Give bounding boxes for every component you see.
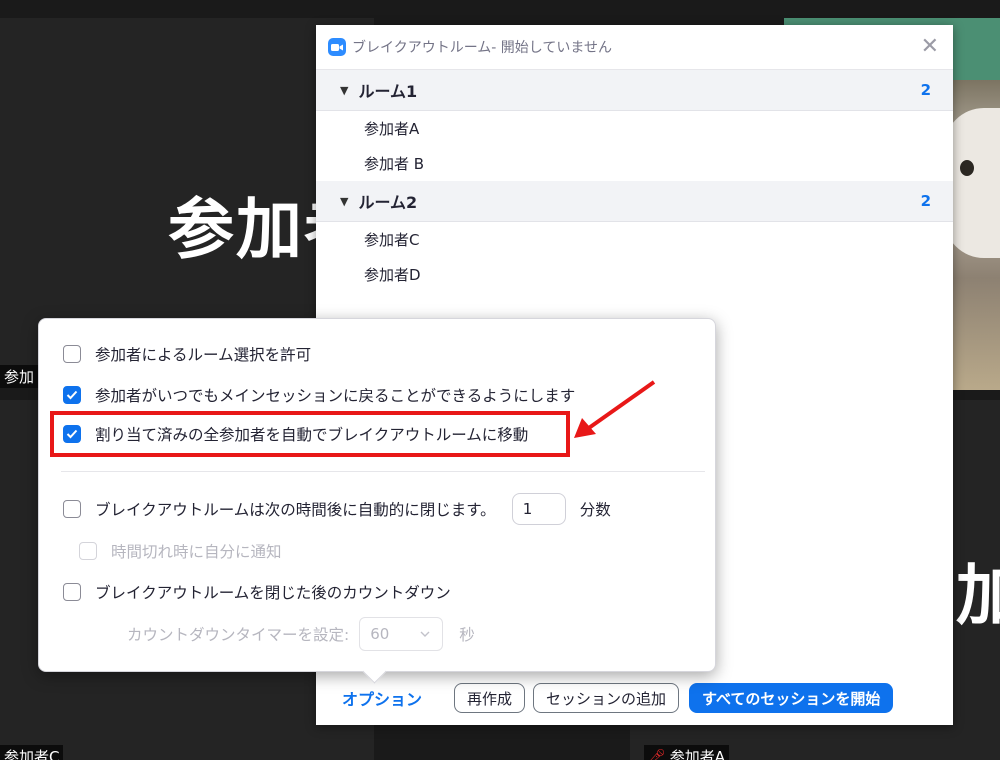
room-participant-count: 2 (920, 192, 931, 210)
options-link[interactable]: オプション (342, 686, 452, 710)
tile-name-label: 🎤︎ 参加者A (644, 745, 730, 760)
caret-down-icon[interactable]: ▼ (340, 84, 348, 97)
minutes-input[interactable]: 1 (511, 493, 566, 525)
close-icon[interactable]: ✕ (921, 34, 939, 59)
red-highlight-box (50, 411, 570, 457)
cat-eye (960, 160, 974, 176)
red-arrow-icon (574, 380, 656, 438)
dialog-footer: オプション 再作成 セッションの追加 すべてのセッションを開始 (316, 681, 953, 715)
start-all-sessions-button[interactable]: すべてのセッションを開始 (689, 683, 894, 713)
checkbox-disabled (79, 542, 97, 560)
option-label: 時間切れ時に自分に通知 (111, 543, 282, 561)
option-notify-timeout: 時間切れ時に自分に通知 (79, 540, 282, 562)
checkbox[interactable] (63, 345, 81, 363)
checkbox[interactable] (63, 500, 81, 518)
checkbox[interactable] (63, 583, 81, 601)
select-value: 60 (370, 625, 390, 643)
countdown-timer-label: カウントダウンタイマーを設定: (127, 626, 350, 644)
checkbox-checked[interactable] (63, 386, 81, 404)
countdown-timer-row: カウントダウンタイマーを設定: 60 秒 (127, 617, 475, 651)
tile-name-label: 参加者C (0, 745, 64, 760)
countdown-seconds-select: 60 (359, 617, 444, 651)
tile-label-text: 参加者A (669, 748, 726, 760)
option-countdown[interactable]: ブレイクアウトルームを閉じた後のカウントダウン (63, 581, 451, 603)
participant-item[interactable]: 参加者C (316, 222, 953, 257)
room-name: ルーム1 (358, 82, 418, 101)
participant-item[interactable]: 参加者A (316, 111, 953, 146)
tile-name-label: 参加 (0, 365, 39, 388)
room-participant-count: 2 (920, 81, 931, 99)
dialog-titlebar: ブレイクアウトルーム- 開始していません ✕ (316, 25, 953, 70)
participant-item[interactable]: 参加者D (316, 257, 953, 292)
dialog-title: ブレイクアウトルーム- 開始していません (352, 40, 612, 56)
option-label: 参加者によるルーム選択を許可 (95, 346, 312, 364)
divider (61, 471, 705, 472)
option-label: 参加者がいつでもメインセッションに戻ることができるようにします (95, 387, 576, 405)
minutes-unit: 分数 (579, 501, 611, 519)
room-name: ルーム2 (358, 193, 418, 212)
room-header-1[interactable]: ▼ ルーム1 2 (316, 70, 953, 111)
chevron-down-icon (420, 631, 430, 637)
add-session-button[interactable]: セッションの追加 (533, 683, 680, 713)
option-allow-return[interactable]: 参加者がいつでもメインセッションに戻ることができるようにします (63, 384, 575, 406)
options-popover: 参加者によるルーム選択を許可 参加者がいつでもメインセッションに戻ることができる… (38, 318, 716, 672)
mic-muted-icon: 🎤︎ (648, 748, 666, 760)
seconds-unit: 秒 (459, 626, 475, 644)
check-icon (66, 390, 78, 400)
caret-down-icon[interactable]: ▼ (340, 195, 348, 208)
option-auto-close[interactable]: ブレイクアウトルームは次の時間後に自動的に閉じます。 1 分数 (63, 493, 611, 525)
option-allow-room-select[interactable]: 参加者によるルーム選択を許可 (63, 343, 311, 365)
room-header-2[interactable]: ▼ ルーム2 2 (316, 181, 953, 222)
tile-participant-name: 加者 (956, 557, 1000, 634)
participant-item[interactable]: 参加者 B (316, 146, 953, 181)
option-label: ブレイクアウトルームを閉じた後のカウントダウン (95, 584, 451, 602)
option-label: ブレイクアウトルームは次の時間後に自動的に閉じます。 (95, 501, 496, 519)
recreate-button[interactable]: 再作成 (454, 683, 526, 713)
zoom-camera-icon (328, 38, 346, 56)
